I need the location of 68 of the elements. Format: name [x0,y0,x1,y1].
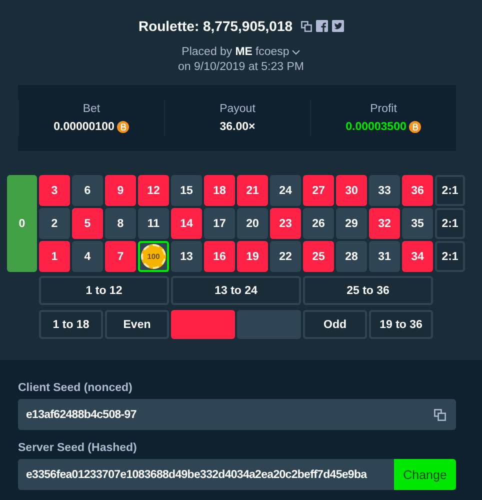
stat-label: Profit [369,103,398,115]
number-cell[interactable]: 35 [402,208,433,239]
stat-value: 0.00003500 [346,121,406,133]
outside-bet[interactable]: Even [105,310,169,339]
bet-date: on 9/10/2019 at 5:23 PM [177,61,305,73]
number-cell[interactable]: 24 [270,175,301,206]
field-label: Server Seed (Hashed) [18,442,138,454]
number-cell[interactable]: 29 [336,208,367,239]
dozen-bet[interactable]: 13 to 24 [171,276,301,305]
number-cell[interactable]: 11 [138,208,169,239]
number-cell[interactable]: 3 [39,175,70,206]
copy-icon[interactable] [434,408,446,420]
number-cell[interactable]: 14 [171,208,202,239]
bitcoin-icon [117,121,130,133]
number-cell[interactable]: 7 [105,241,136,272]
number-cell[interactable]: 27 [303,175,334,206]
number-cell[interactable]: 9 [105,175,136,206]
number-cell[interactable]: 16 [204,241,235,272]
number-cell[interactable]: 20 [237,208,268,239]
field-label: Client Seed (nonced) [18,382,134,394]
twitter-icon[interactable] [332,20,344,32]
number-cell[interactable]: 25 [303,241,334,272]
number-cell[interactable]: 22 [270,241,301,272]
number-cell[interactable]: 4 [72,241,103,272]
number-cell[interactable]: 26 [303,208,334,239]
number-cell[interactable]: 15 [171,175,202,206]
chevron-down-icon[interactable] [292,50,300,54]
number-cell[interactable]: 19 [237,241,268,272]
stat-value: 36.00× [220,121,256,133]
bet-title: Roulette: 8,775,905,018 [138,18,293,34]
user-label: ME [235,46,252,58]
stat-value: 0.00000100 [54,121,114,133]
username[interactable]: fcoesp [255,46,290,58]
number-cell[interactable]: 32 [369,208,400,239]
column-bet[interactable]: 2:1 [435,175,465,206]
number-cell[interactable]: 31 [369,241,400,272]
placed-by-label: Placed by [182,46,232,58]
number-cell[interactable]: 6 [72,175,103,206]
change-button[interactable]: Change [394,459,456,490]
number-cell[interactable]: 28 [336,241,367,272]
number-cell[interactable]: 36 [402,175,433,206]
number-cell[interactable]: 13 [171,241,202,272]
outside-bet[interactable]: 19 to 36 [369,310,433,339]
outside-bet[interactable]: 1 to 18 [39,310,103,339]
server-seed-field[interactable]: e3356fea01233707e1083688d49be332d4034a2ea20c2beff7d45e9ba [18,468,394,480]
number-cell[interactable]: 23 [270,208,301,239]
column-bet[interactable]: 2:1 [435,241,465,272]
number-cell[interactable]: 21 [237,175,268,206]
facebook-icon[interactable] [316,20,328,32]
column-bet[interactable]: 2:1 [435,208,465,239]
number-cell[interactable]: 1 [39,241,70,272]
stat-label: Payout [218,103,256,115]
number-cell[interactable]: 2 [39,208,70,239]
client-seed-field[interactable]: e13af62488b4c508-97 [18,399,456,430]
dozen-bet[interactable]: 25 to 36 [303,276,433,305]
copy-icon[interactable] [300,20,312,32]
bitcoin-icon [409,121,422,133]
number-cell[interactable]: 34 [402,241,433,272]
stat-label: Bet [82,103,102,115]
number-cell[interactable]: 30 [336,175,367,206]
outside-bet[interactable]: Odd [303,310,367,339]
number-cell[interactable]: 17 [204,208,235,239]
number-cell[interactable]: 33 [369,175,400,206]
number-cell[interactable]: 18 [204,175,235,206]
dozen-bet[interactable]: 1 to 12 [39,276,169,305]
number-cell[interactable]: 5 [72,208,103,239]
number-cell[interactable]: 8 [105,208,136,239]
number-cell[interactable]: 12 [138,175,169,206]
